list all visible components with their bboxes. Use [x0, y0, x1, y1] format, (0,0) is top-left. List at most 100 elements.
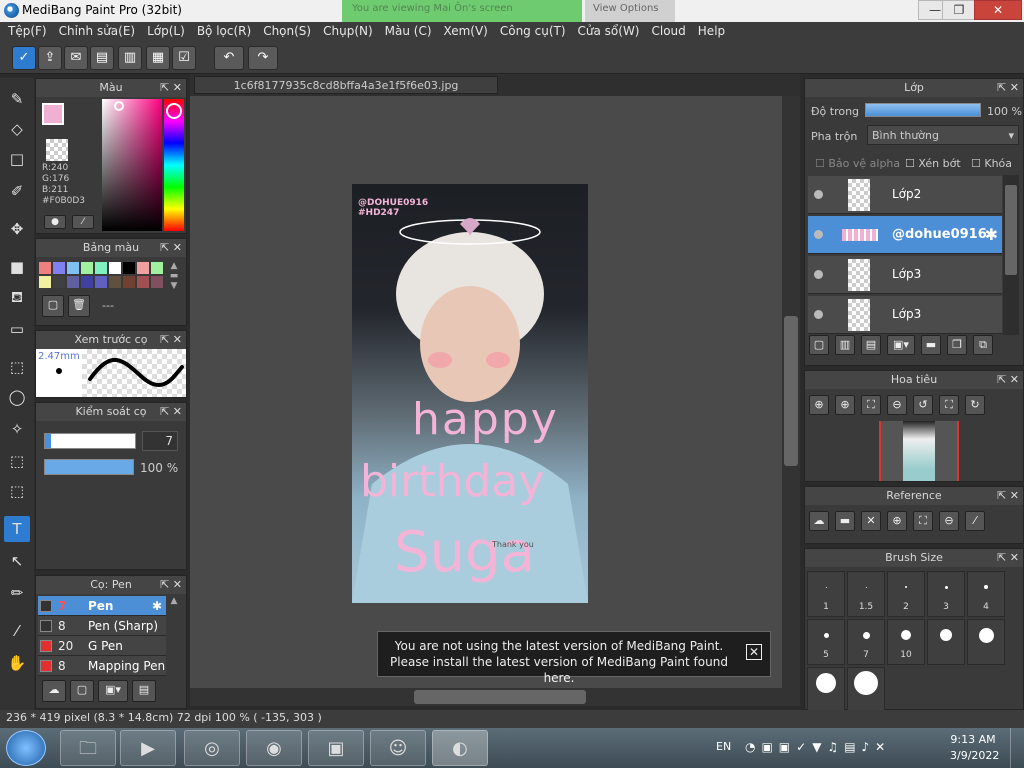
- media-player-icon[interactable]: ▶: [120, 730, 176, 766]
- medibang-taskbar-icon[interactable]: ◐: [432, 730, 488, 766]
- brush-list-scroll[interactable]: ▲: [166, 596, 182, 676]
- operation-tool-icon[interactable]: ↖: [4, 548, 30, 574]
- app-green-icon[interactable]: ◎: [184, 730, 240, 766]
- chrome-icon[interactable]: ◉: [246, 730, 302, 766]
- system-tray-icons[interactable]: ◔▣▣✓▼♫▤♪✕: [745, 740, 891, 754]
- fill-rect-tool-icon[interactable]: ■: [4, 254, 30, 280]
- checklist-icon[interactable]: ☑: [172, 46, 196, 70]
- brush-preview-close-icon[interactable]: ⇱ ✕: [160, 331, 182, 349]
- layer-list-scrollbar[interactable]: [1003, 175, 1019, 335]
- select-eraser-icon[interactable]: ⬚: [4, 478, 30, 504]
- brush-list-close-icon[interactable]: ⇱ ✕: [160, 576, 182, 594]
- palette-swatch[interactable]: [151, 276, 163, 288]
- palette-swatch[interactable]: [137, 262, 149, 274]
- start-button[interactable]: [6, 730, 46, 766]
- maximize-button[interactable]: ❐: [942, 0, 976, 20]
- new-layer-icon[interactable]: ▢: [809, 335, 829, 355]
- redo-icon[interactable]: ↷: [248, 46, 278, 70]
- menu-item[interactable]: Tệp(F): [4, 22, 55, 42]
- menu-item[interactable]: Help: [694, 22, 733, 42]
- brush-alt-tool-icon[interactable]: ✐: [4, 178, 30, 204]
- brush-size-cell[interactable]: [847, 667, 885, 713]
- layer-row[interactable]: @dohue0916 ✱: [808, 216, 1002, 254]
- select-rect-icon[interactable]: ⬚: [4, 354, 30, 380]
- document-tab[interactable]: 1c6f8177935c8cd8bffa4a3e1f5f6e03.jpg: [194, 76, 498, 94]
- blend-mode-select[interactable]: Bình thường ▾: [867, 125, 1019, 145]
- delete-palette-icon[interactable]: 🗑: [68, 295, 90, 317]
- foreground-color-swatch[interactable]: [42, 103, 64, 125]
- brush-size-cell[interactable]: 4: [967, 571, 1005, 617]
- select-pen-icon[interactable]: ⬚: [4, 448, 30, 474]
- eraser-tool-icon[interactable]: ◇: [4, 116, 30, 142]
- brush-tool-icon[interactable]: ✎: [4, 86, 30, 112]
- brush-size-cell[interactable]: 7: [847, 619, 885, 665]
- show-desktop-button[interactable]: [1010, 728, 1024, 768]
- rotate-right-icon[interactable]: ↻: [965, 395, 985, 415]
- magic-wand-icon[interactable]: ✧: [4, 416, 30, 442]
- gear-icon[interactable]: ✱: [152, 599, 162, 613]
- brush-size-cell[interactable]: 10: [887, 619, 925, 665]
- page-list-icon[interactable]: ▤: [90, 46, 114, 70]
- notification-close-icon[interactable]: ✕: [746, 644, 762, 660]
- brush-size-close-icon[interactable]: ⇱ ✕: [997, 549, 1019, 567]
- visibility-eye-icon[interactable]: [814, 230, 823, 239]
- zoom-fit-icon[interactable]: ⊕: [809, 395, 829, 415]
- panel-close-icon[interactable]: ⇱ ✕: [160, 79, 182, 97]
- dot-tool-icon[interactable]: □: [4, 146, 30, 172]
- artwork-canvas[interactable]: @DOHUE0916 #HD247 happy birthday Suga Th…: [352, 184, 588, 603]
- duplicate-layer-icon[interactable]: ❐: [947, 335, 967, 355]
- menu-item[interactable]: Cloud: [648, 22, 694, 42]
- text-tool-icon[interactable]: T: [4, 516, 30, 542]
- layer-opacity-slider[interactable]: [865, 103, 981, 117]
- view-options-button[interactable]: View Options: [585, 0, 675, 22]
- canvas-horizontal-scrollbar[interactable]: [190, 688, 800, 706]
- palette-swatch[interactable]: [109, 276, 121, 288]
- discord-icon[interactable]: ☺: [370, 730, 426, 766]
- merge-layer-icon[interactable]: ⧉: [973, 335, 993, 355]
- layer-scroll-thumb[interactable]: [1005, 185, 1017, 275]
- brush-opacity-slider[interactable]: [44, 459, 134, 475]
- layer-row[interactable]: Lớp3: [808, 296, 1002, 334]
- visibility-eye-icon[interactable]: [814, 190, 823, 199]
- lock-checkbox[interactable]: ☐ Khóa: [971, 157, 1012, 170]
- zoom-app-icon[interactable]: ▣: [308, 730, 364, 766]
- layer-row[interactable]: Lớp2: [808, 176, 1002, 214]
- menu-item[interactable]: Chỉnh sửa(E): [55, 22, 144, 42]
- reference-eyedropper-icon[interactable]: ⁄: [965, 511, 985, 531]
- hue-slider-handle[interactable]: [166, 103, 182, 119]
- navigator-close-icon[interactable]: ⇱ ✕: [997, 371, 1019, 389]
- brush-control-close-icon[interactable]: ⇱ ✕: [160, 403, 182, 421]
- clipping-checkbox[interactable]: ☐ Xén bớt: [905, 157, 961, 170]
- menu-item[interactable]: Chụp(N): [319, 22, 381, 42]
- saturation-value-picker[interactable]: [102, 99, 162, 231]
- folder-icon[interactable]: ▬: [921, 335, 941, 355]
- rotate-left-icon[interactable]: ↺: [913, 395, 933, 415]
- vertical-scroll-thumb[interactable]: [784, 316, 798, 466]
- comment-icon[interactable]: ✉: [64, 46, 88, 70]
- gradient-tool-icon[interactable]: ▭: [4, 316, 30, 342]
- palette-swatch[interactable]: [53, 262, 65, 274]
- palette-swatch[interactable]: [95, 276, 107, 288]
- close-button[interactable]: ✕: [974, 0, 1022, 20]
- eyedropper-tool-icon[interactable]: ⁄: [4, 618, 30, 644]
- brush-size-cell[interactable]: [967, 619, 1005, 665]
- brush-cloud-icon[interactable]: ☁: [42, 680, 66, 702]
- picker-cursor[interactable]: [114, 101, 124, 111]
- new-palette-icon[interactable]: ▢: [42, 295, 64, 317]
- brush-size-cell[interactable]: 1: [807, 571, 845, 617]
- brush-size-cell[interactable]: [807, 667, 845, 713]
- new-halftone-layer-icon[interactable]: ▥: [835, 335, 855, 355]
- brush-size-cell[interactable]: 1.5: [847, 571, 885, 617]
- bucket-tool-icon[interactable]: ⛾: [4, 284, 30, 310]
- zoom-in-icon[interactable]: ⊕: [835, 395, 855, 415]
- brush-size-cell[interactable]: 5: [807, 619, 845, 665]
- menu-item[interactable]: Chọn(S): [259, 22, 319, 42]
- color-wheel-icon[interactable]: ●: [44, 215, 66, 229]
- new-brush-icon[interactable]: ▢: [70, 680, 94, 702]
- update-notification[interactable]: You are not using the latest version of …: [377, 631, 771, 685]
- brush-list-item[interactable]: 8 Mapping Pen: [38, 656, 166, 676]
- move-tool-icon[interactable]: ✥: [4, 216, 30, 242]
- palette-swatch[interactable]: [137, 276, 149, 288]
- palette-swatch[interactable]: [39, 276, 51, 288]
- palette-swatch[interactable]: [67, 262, 79, 274]
